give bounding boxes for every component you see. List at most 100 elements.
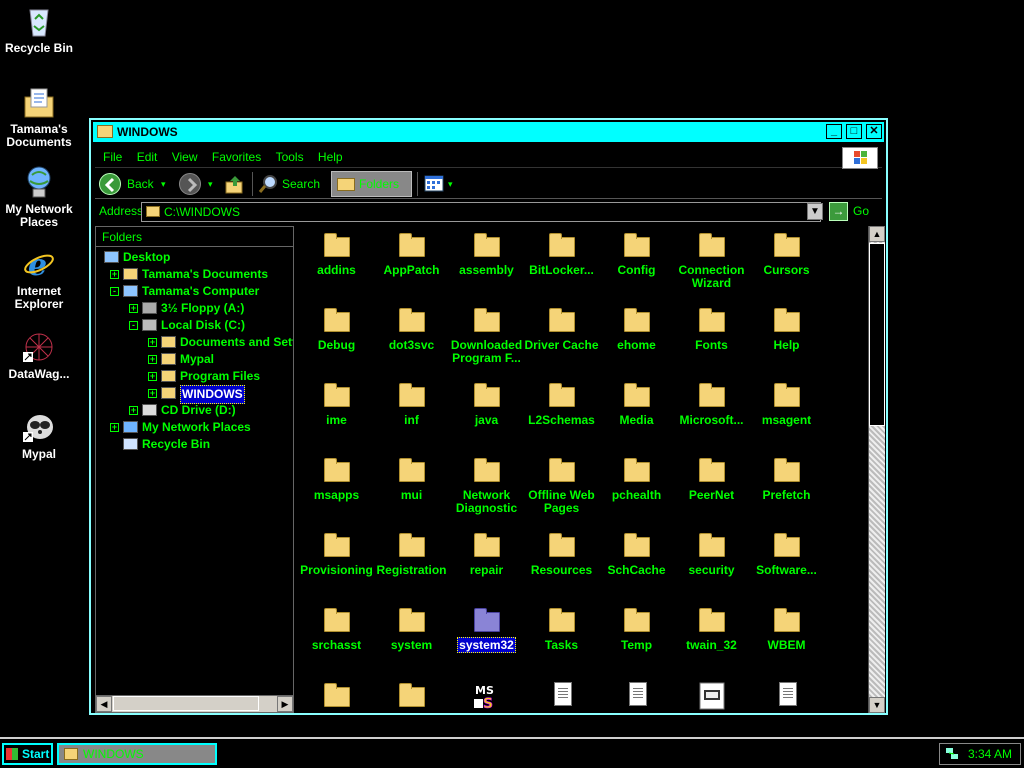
file-item[interactable]: pchealth — [599, 457, 674, 502]
file-item[interactable]: Connection Wizard — [674, 232, 749, 290]
file-item[interactable]: PeerNet — [674, 457, 749, 502]
back-button[interactable]: Back — [127, 172, 154, 196]
address-dropdown-button[interactable]: ▼ — [807, 203, 823, 220]
file-item[interactable] — [749, 682, 824, 713]
file-item[interactable]: Microsoft... — [674, 382, 749, 427]
menu-view[interactable]: View — [172, 146, 198, 168]
search-button[interactable]: Search — [282, 172, 320, 196]
desktop-icon[interactable]: e Internet Explorer — [0, 247, 78, 311]
file-item[interactable]: Offline Web Pages — [524, 457, 599, 515]
file-item[interactable]: msapps — [299, 457, 374, 502]
file-item[interactable]: Media — [599, 382, 674, 427]
file-item[interactable]: AppPatch — [374, 232, 449, 277]
tree-item[interactable]: Desktop — [96, 249, 293, 266]
clock[interactable]: 3:34 AM — [968, 747, 1012, 761]
file-item[interactable]: MS S — [449, 682, 524, 713]
title-bar[interactable]: WINDOWS _ □ ✕ — [93, 122, 884, 142]
desktop-icon[interactable]: Tamama's Documents — [0, 85, 78, 149]
collapse-icon[interactable]: - — [129, 321, 138, 330]
file-item[interactable]: java — [449, 382, 524, 427]
file-item[interactable]: repair — [449, 532, 524, 577]
desktop-icon[interactable]: Recycle Bin — [0, 4, 78, 55]
file-item[interactable] — [599, 682, 674, 713]
expand-icon[interactable]: + — [148, 338, 157, 347]
back-dropdown-icon[interactable]: ▾ — [161, 172, 166, 196]
file-item[interactable] — [374, 682, 449, 713]
file-item[interactable]: Provisioning — [299, 532, 374, 577]
close-button[interactable]: ✕ — [866, 124, 882, 139]
tree-item[interactable]: + Documents and Sett — [96, 334, 293, 351]
expand-icon[interactable]: + — [129, 304, 138, 313]
scroll-left-button[interactable]: ◀ — [96, 696, 112, 712]
go-button[interactable]: → Go — [827, 201, 883, 223]
file-item[interactable]: system — [374, 607, 449, 652]
file-item[interactable]: inf — [374, 382, 449, 427]
file-item[interactable]: Config — [599, 232, 674, 277]
expand-icon[interactable]: + — [148, 389, 157, 398]
maximize-button[interactable]: □ — [846, 124, 862, 139]
scroll-thumb[interactable] — [869, 243, 885, 426]
tree-item[interactable]: - Tamama's Computer — [96, 283, 293, 300]
up-folder-icon[interactable] — [225, 174, 245, 194]
start-button[interactable]: Start — [2, 743, 53, 765]
expand-icon[interactable]: + — [110, 270, 119, 279]
file-item[interactable]: Debug — [299, 307, 374, 352]
address-input[interactable]: C:\WINDOWS — [141, 202, 821, 222]
network-tray-icon[interactable] — [945, 747, 959, 761]
file-item[interactable] — [674, 682, 749, 713]
file-item[interactable]: Resources — [524, 532, 599, 577]
scroll-down-button[interactable]: ▼ — [869, 697, 885, 713]
file-item[interactable]: Temp — [599, 607, 674, 652]
file-item[interactable]: ehome — [599, 307, 674, 352]
views-icon[interactable] — [424, 175, 446, 193]
file-item[interactable] — [524, 682, 599, 713]
scroll-right-button[interactable]: ▶ — [277, 696, 293, 712]
file-item[interactable]: WBEM — [749, 607, 824, 652]
expand-icon[interactable]: + — [129, 406, 138, 415]
desktop-icon[interactable]: DataWag... — [0, 330, 78, 381]
menu-tools[interactable]: Tools — [276, 146, 304, 168]
file-item[interactable]: Cursors — [749, 232, 824, 277]
menu-file[interactable]: File — [103, 146, 122, 168]
file-item[interactable]: SchCache — [599, 532, 674, 577]
file-item[interactable]: assembly — [449, 232, 524, 277]
file-item[interactable]: twain_32 — [674, 607, 749, 652]
file-item[interactable]: Help — [749, 307, 824, 352]
file-item[interactable]: mui — [374, 457, 449, 502]
file-item[interactable]: Fonts — [674, 307, 749, 352]
tree-item[interactable]: - Local Disk (C:) — [96, 317, 293, 334]
file-item[interactable]: addins — [299, 232, 374, 277]
tree-item[interactable]: Recycle Bin — [96, 436, 293, 453]
file-item[interactable]: Driver Cache — [524, 307, 599, 352]
minimize-button[interactable]: _ — [826, 124, 842, 139]
horizontal-scrollbar[interactable]: ◀ ▶ — [96, 695, 293, 712]
folders-button[interactable]: Folders — [331, 171, 412, 197]
tree-item[interactable]: + WINDOWS — [96, 385, 293, 404]
expand-icon[interactable]: + — [148, 372, 157, 381]
desktop-icon[interactable]: My Network Places — [0, 165, 78, 229]
vertical-scrollbar[interactable]: ▲ ▼ — [868, 226, 885, 713]
file-item[interactable]: Software... — [749, 532, 824, 577]
views-dropdown-icon[interactable]: ▾ — [448, 172, 453, 196]
file-item[interactable]: security — [674, 532, 749, 577]
expand-icon[interactable]: + — [110, 423, 119, 432]
file-item[interactable]: ime — [299, 382, 374, 427]
file-item[interactable]: msagent — [749, 382, 824, 427]
back-arrow-icon[interactable] — [99, 173, 121, 195]
menu-edit[interactable]: Edit — [137, 146, 158, 168]
menu-favorites[interactable]: Favorites — [212, 146, 261, 168]
file-item[interactable]: dot3svc — [374, 307, 449, 352]
file-item[interactable]: L2Schemas — [524, 382, 599, 427]
tree-item[interactable]: + Mypal — [96, 351, 293, 368]
tree-item[interactable]: + Program Files — [96, 368, 293, 385]
scroll-thumb[interactable] — [113, 696, 259, 711]
search-icon[interactable] — [258, 174, 278, 194]
tree-item[interactable]: +3½ Floppy (A:) — [96, 300, 293, 317]
file-item[interactable]: Tasks — [524, 607, 599, 652]
collapse-icon[interactable]: - — [110, 287, 119, 296]
file-item[interactable]: Registration — [374, 532, 449, 577]
forward-arrow-icon[interactable] — [179, 173, 201, 195]
taskbar-window-button[interactable]: WINDOWS — [57, 743, 217, 765]
menu-help[interactable]: Help — [318, 146, 343, 168]
file-item[interactable] — [299, 682, 374, 713]
